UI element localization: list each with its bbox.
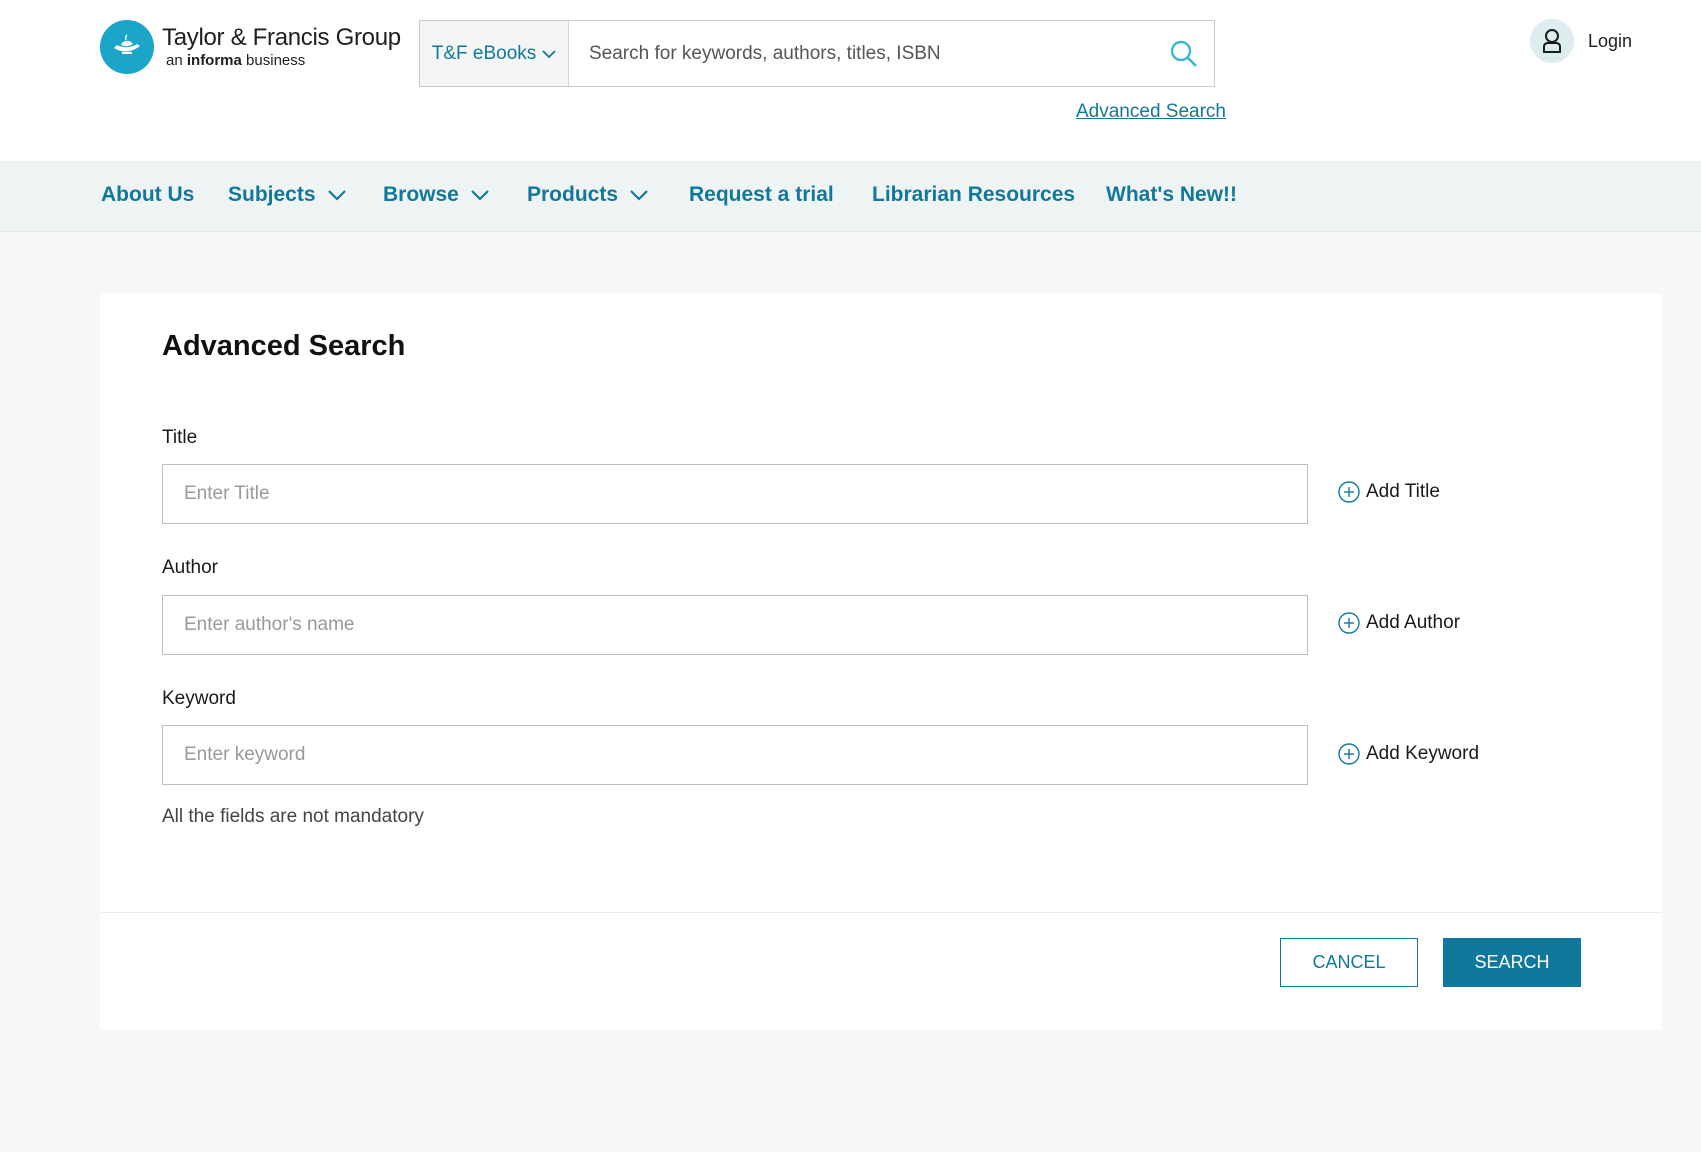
search-icon [1170,40,1197,67]
search-scope-label: T&F eBooks [431,42,537,64]
keyword-label: Keyword [162,688,236,709]
advanced-search-card: Advanced Search Title Add Title Author A… [100,294,1662,1030]
add-title-label: Add Title [1366,481,1440,502]
tagline-suffix: business [246,52,306,69]
login-button[interactable]: Login [1530,19,1632,63]
nav-item-librarian-resources[interactable]: Librarian Resources [872,183,1075,207]
nav-label: Librarian Resources [872,183,1076,206]
nav-label: Subjects [228,183,316,206]
search-submit-button[interactable] [1154,21,1214,86]
brand-tagline: an informa business [166,52,401,70]
title-label: Title [162,427,198,448]
nav-item-request-trial[interactable]: Request a trial [689,183,834,207]
search-bar: T&F eBooks [419,20,1215,87]
main-nav: About Us Subjects Browse Products Reques… [0,161,1701,232]
nav-label: Request a trial [689,183,834,206]
title-field[interactable] [162,464,1308,524]
nav-item-browse[interactable]: Browse [383,183,489,207]
tagline-bold: informa [186,52,242,69]
nav-label: What's New!! [1106,183,1237,206]
page-title: Advanced Search [162,330,406,362]
plus-circle-icon [1338,612,1360,634]
nav-item-about-us[interactable]: About Us [101,183,194,207]
author-field[interactable] [162,595,1308,655]
nav-label: About Us [101,183,195,206]
add-author-label: Add Author [1366,612,1461,633]
search-button[interactable]: SEARCH [1443,938,1581,987]
login-label: Login [1588,30,1633,51]
nav-item-subjects[interactable]: Subjects [228,183,346,207]
plus-circle-icon [1338,481,1360,503]
nav-item-products[interactable]: Products [527,183,648,207]
advanced-search-link[interactable]: Advanced Search [1076,101,1226,123]
plus-circle-icon [1338,743,1360,765]
add-author-button[interactable]: Add Author [1338,612,1460,634]
search-scope-dropdown[interactable]: T&F eBooks [420,21,569,86]
chevron-down-icon [327,189,346,201]
brand-name: Taylor & Francis Group [162,24,401,51]
divider [100,912,1662,913]
nav-item-whats-new[interactable]: What's New!! [1106,183,1237,207]
user-icon [1530,19,1574,63]
nav-label: Browse [383,183,459,206]
logo-lamp-icon [100,20,154,74]
add-keyword-button[interactable]: Add Keyword [1338,743,1479,765]
keyword-field[interactable] [162,725,1308,785]
tagline-prefix: an [166,52,183,69]
add-title-button[interactable]: Add Title [1338,481,1440,503]
site-header: Taylor & Francis Group an informa busine… [0,0,1701,161]
author-label: Author [162,557,218,578]
cancel-button[interactable]: CANCEL [1280,938,1418,987]
chevron-down-icon [542,49,556,58]
chevron-down-icon [471,189,489,201]
brand-logo[interactable]: Taylor & Francis Group an informa busine… [100,20,401,74]
form-note: All the fields are not mandatory [162,806,424,827]
search-input[interactable] [569,21,1154,86]
chevron-down-icon [630,189,648,201]
nav-label: Products [527,183,619,206]
add-keyword-label: Add Keyword [1366,743,1480,764]
